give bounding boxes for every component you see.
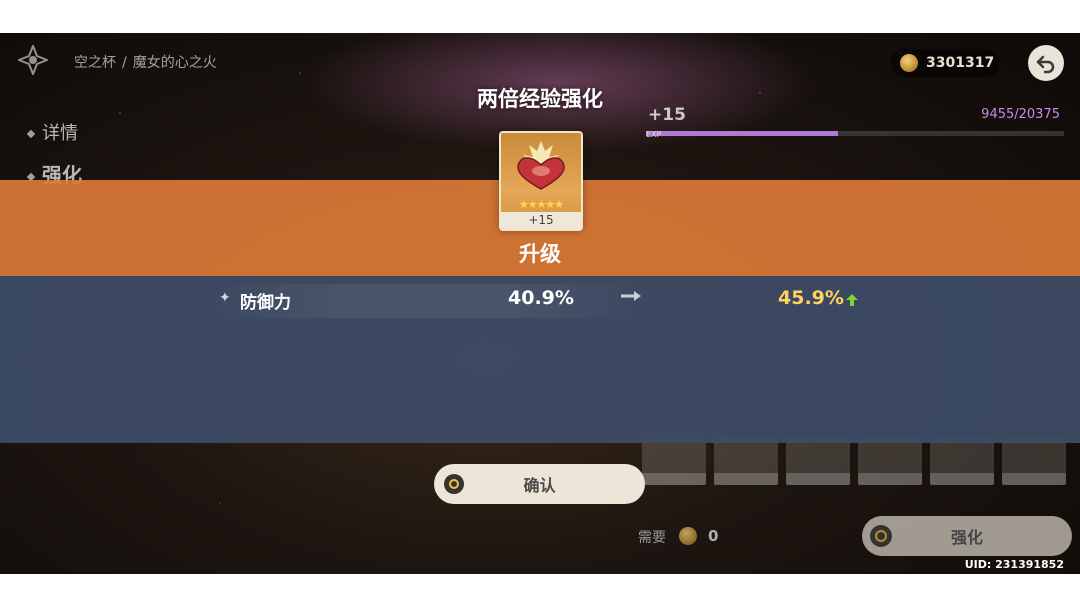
breadcrumb-artifact: 魔女的心之火 — [132, 55, 217, 71]
material-slot[interactable] — [714, 437, 778, 485]
game-screen: 空之杯 / 魔女的心之火 3301317 详情 强化 +15 9455/20375 … — [0, 33, 1080, 574]
sidebar-item-details[interactable]: 详情 — [26, 119, 78, 145]
confirm-button[interactable]: 确认 — [434, 464, 645, 504]
mora-coin-icon — [679, 527, 697, 545]
material-slot[interactable] — [930, 437, 994, 485]
sidebar-details-label: 详情 — [42, 123, 78, 144]
material-slot[interactable] — [642, 437, 706, 485]
material-slot[interactable] — [786, 437, 850, 485]
upgrade-label: 升级 — [519, 242, 561, 266]
return-arrow-icon — [1036, 55, 1055, 74]
diamond-icon — [26, 129, 36, 139]
artifact-menu-icon[interactable] — [18, 45, 48, 75]
uid-label: UID: 231391852 — [964, 558, 1064, 571]
breadcrumb-separator: / — [122, 55, 127, 71]
cost-label: 需要 — [638, 530, 666, 546]
back-button[interactable] — [1028, 45, 1064, 81]
exp-bar-fill — [646, 131, 839, 136]
exp-bar — [646, 131, 1064, 136]
increase-arrow-icon — [846, 294, 858, 306]
stat-name: 防御力 — [240, 293, 291, 313]
cost-value: 0 — [708, 527, 719, 545]
heart-flame-artifact-icon — [517, 141, 565, 190]
sparkle-icon: ✦ — [219, 290, 231, 306]
material-slot[interactable] — [1002, 437, 1066, 485]
arrow-right-icon — [621, 291, 641, 301]
button-circle-icon — [444, 474, 464, 494]
stat-new-value: 45.9% — [778, 287, 844, 309]
exp-label: EXP — [646, 130, 662, 139]
stat-old-value: 40.9% — [508, 287, 574, 309]
mora-coin-icon — [900, 54, 918, 72]
artifact-card-level: +15 — [501, 212, 581, 229]
mora-counter: 3301317 — [890, 49, 1000, 77]
breadcrumb-set: 空之杯 — [74, 55, 116, 71]
material-slot[interactable] — [858, 437, 922, 485]
button-circle-icon — [870, 525, 892, 547]
enhance-button[interactable]: 强化 — [862, 516, 1072, 556]
enhance-button-label: 强化 — [950, 528, 983, 547]
stat-change-row: ✦ 防御力 40.9% 45.9% — [0, 278, 1080, 324]
confirm-button-label: 确认 — [523, 476, 556, 495]
rarity-stars: ★★★★★ — [518, 198, 564, 211]
mora-amount: 3301317 — [926, 55, 995, 71]
breadcrumb: 空之杯 / 魔女的心之火 — [74, 52, 217, 72]
artifact-card: ★★★★★ +15 — [499, 131, 583, 231]
popup-title: 两倍经验强化 — [477, 87, 603, 111]
